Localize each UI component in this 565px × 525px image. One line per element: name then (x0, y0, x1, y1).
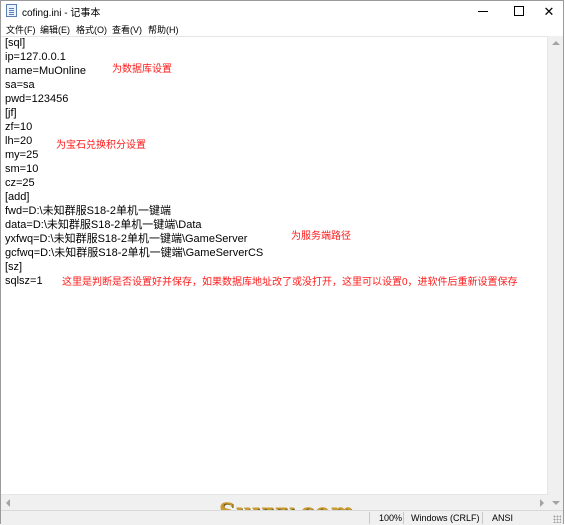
text-line: cz=25 (5, 177, 35, 189)
annotation-server-path: 为服务端路径 (291, 231, 351, 242)
status-divider (482, 512, 483, 524)
text-line: name=MuOnline (5, 65, 87, 77)
status-line-ending: Windows (CRLF) (411, 513, 480, 523)
text-line: my=25 (5, 149, 39, 161)
scroll-down-icon[interactable] (552, 501, 560, 505)
notepad-icon (6, 4, 17, 17)
minimize-icon (478, 10, 488, 12)
maximize-icon (514, 6, 524, 16)
window-title: cofing.ini - 记事本 (22, 8, 101, 19)
text-line: sa=sa (5, 79, 35, 91)
status-divider (369, 512, 370, 524)
scroll-right-icon[interactable] (540, 499, 544, 507)
menu-file[interactable]: 文件(F) (6, 23, 36, 36)
scroll-up-icon[interactable] (552, 41, 560, 45)
text-line: sqlsz=1 (5, 275, 43, 287)
text-line: pwd=123456 (5, 93, 69, 105)
close-button[interactable]: ✕ (531, 1, 565, 21)
status-bar: 100% Windows (CRLF) ANSI (1, 510, 563, 525)
menu-edit[interactable]: 编辑(E) (40, 23, 70, 36)
text-line: fwd=D:\未知群服S18-2单机一键端 (5, 205, 171, 217)
menu-view[interactable]: 查看(V) (112, 23, 142, 36)
menu-format[interactable]: 格式(O) (76, 23, 107, 36)
text-line: data=D:\未知群服S18-2单机一键端\Data (5, 219, 202, 231)
annotation-save-flag: 这里是判断是否设置好并保存，如果数据库地址改了或没打开，这里可以设置0，进软件后… (62, 277, 518, 288)
text-line: sm=10 (5, 163, 39, 175)
text-line: lh=20 (5, 135, 33, 147)
vertical-scrollbar[interactable] (547, 36, 563, 510)
text-line: yxfwq=D:\未知群服S18-2单机一键端\GameServer (5, 233, 248, 245)
status-encoding: ANSI (492, 513, 514, 523)
scroll-left-icon[interactable] (6, 499, 10, 507)
menu-bar: 文件(F) 编辑(E) 格式(O) 查看(V) 帮助(H) (1, 21, 563, 36)
text-editor[interactable]: [sql] ip=127.0.0.1 name=MuOnline sa=sa p… (1, 36, 549, 510)
text-line: [add] (5, 191, 30, 203)
text-line: [sql] (5, 37, 26, 49)
close-icon: ✕ (543, 3, 555, 19)
status-zoom: 100% (379, 513, 403, 523)
notepad-window: cofing.ini - 记事本 ✕ 文件(F) 编辑(E) 格式(O) 查看(… (0, 0, 564, 525)
status-divider (403, 512, 404, 524)
menu-help[interactable]: 帮助(H) (148, 23, 179, 36)
annotation-gem-points: 为宝石兑换积分设置 (56, 140, 146, 151)
title-bar[interactable]: cofing.ini - 记事本 ✕ (1, 1, 563, 21)
resize-grip-icon[interactable] (553, 515, 561, 523)
text-line: [sz] (5, 261, 23, 273)
annotation-database: 为数据库设置 (112, 64, 172, 75)
text-line: zf=10 (5, 121, 33, 133)
text-line: ip=127.0.0.1 (5, 51, 66, 63)
minimize-button[interactable] (465, 1, 501, 21)
text-line: gcfwq=D:\未知群服S18-2单机一键端\GameServerCS (5, 247, 264, 259)
text-line: [jf] (5, 107, 17, 119)
